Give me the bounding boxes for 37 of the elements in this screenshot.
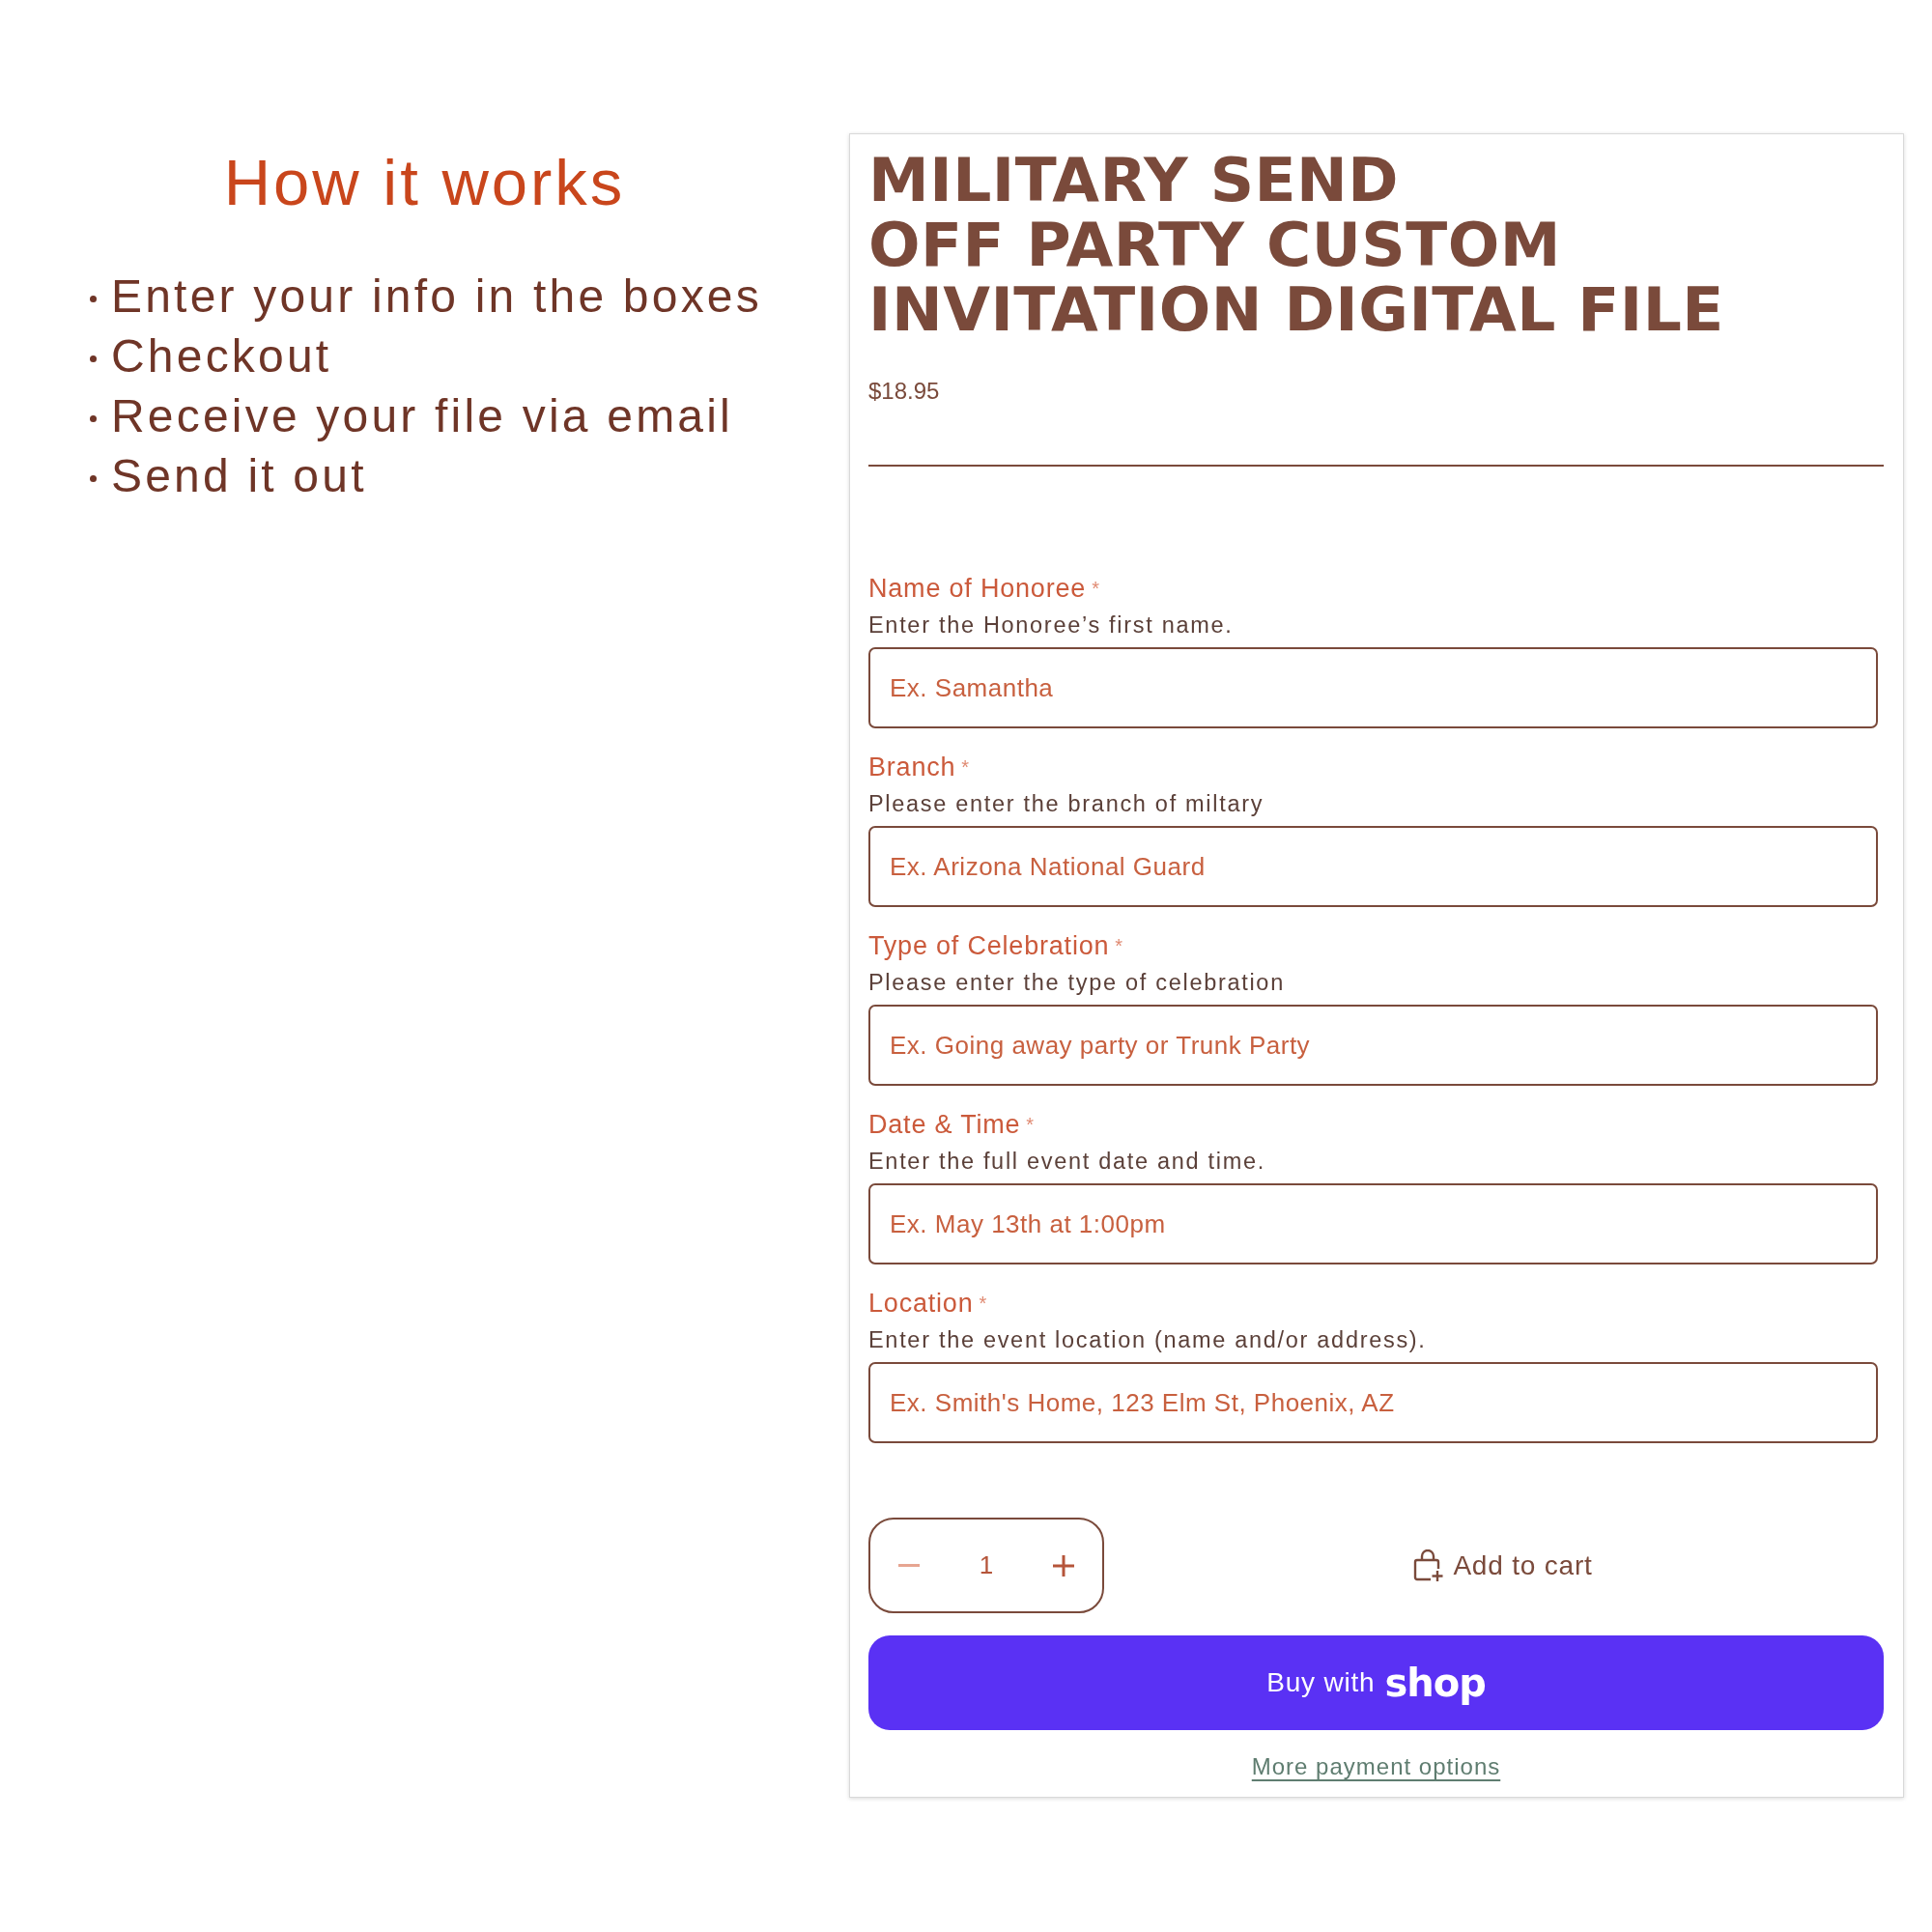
field-label: Name of Honoree (868, 574, 1087, 603)
quantity-input[interactable]: 1 (948, 1547, 1025, 1584)
bullet-icon (90, 414, 97, 422)
text-field[interactable]: Ex. Going away party or Trunk Party (868, 1005, 1878, 1086)
step-text: Receive your file via email (111, 389, 733, 443)
product-title: MILITARY SEND OFF PARTY CUSTOM INVITATION DIGITAL FILE (868, 148, 1724, 342)
plus-icon (1053, 1554, 1074, 1577)
field-help-text: Please enter the type of celebration (868, 969, 1285, 997)
more-payment-options-link[interactable]: More payment options (1251, 1753, 1501, 1779)
required-mark: * (961, 756, 970, 778)
bag-plus-icon (1412, 1548, 1444, 1582)
text-field[interactable]: Ex. Arizona National Guard (868, 826, 1878, 907)
bullet-icon (90, 355, 97, 362)
field-help-text: Enter the Honoree’s first name. (868, 611, 1234, 639)
field-label: Type of Celebration (868, 931, 1110, 960)
add-to-cart-button[interactable]: Add to cart (1122, 1518, 1884, 1613)
required-mark: * (1092, 578, 1099, 599)
required-mark: * (979, 1293, 987, 1314)
field-label: Location (868, 1289, 974, 1318)
field-label: Branch (868, 753, 956, 781)
product-price: $18.95 (868, 377, 940, 406)
section-heading: How it works (223, 145, 626, 220)
text-field[interactable]: Ex. Smith's Home, 123 Elm St, Phoenix, AZ (868, 1362, 1878, 1443)
step-text: Checkout (111, 329, 332, 384)
required-mark: * (1026, 1114, 1035, 1135)
field-help-text: Enter the full event date and time. (868, 1148, 1265, 1176)
text-field[interactable]: Ex. May 13th at 1:00pm (868, 1183, 1878, 1264)
bullet-icon (90, 474, 97, 482)
required-mark: * (1115, 935, 1123, 956)
field-label: Date & Time (868, 1110, 1021, 1139)
buy-with-shop-button[interactable]: Buy with shop (868, 1635, 1884, 1730)
field-help-text: Please enter the branch of miltary (868, 790, 1264, 818)
field-help-text: Enter the event location (name and/or address). (868, 1326, 1427, 1354)
bullet-icon (90, 295, 97, 302)
text-field[interactable]: Ex. Samantha (868, 647, 1878, 728)
step-text: Send it out (111, 449, 367, 503)
step-text: Enter your info in the boxes (111, 270, 762, 324)
